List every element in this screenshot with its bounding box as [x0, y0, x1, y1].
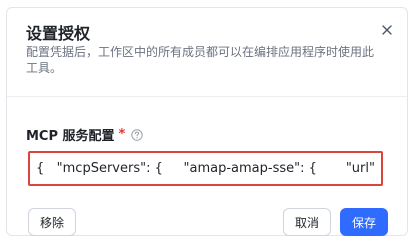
dialog-title: 设置授权	[26, 24, 91, 43]
authorization-dialog: 设置授权 配置凭据后，工作区中的所有成员都可以在编排应用程序时使用此工具。 MC…	[6, 7, 408, 236]
mcp-config-label-row: MCP 服务配置 *	[26, 125, 144, 144]
mcp-config-field	[28, 151, 383, 186]
mcp-config-label: MCP 服务配置	[26, 129, 115, 144]
divider	[7, 96, 407, 97]
remove-button[interactable]: 移除	[28, 208, 76, 236]
question-circle-icon[interactable]	[131, 128, 144, 141]
dialog-description: 配置凭据后，工作区中的所有成员都可以在编排应用程序时使用此工具。	[26, 45, 375, 75]
close-icon[interactable]	[381, 24, 393, 36]
cancel-button[interactable]: 取消	[283, 208, 331, 236]
required-mark: *	[118, 127, 126, 142]
save-button[interactable]: 保存	[340, 208, 388, 236]
mcp-config-input[interactable]	[30, 153, 381, 184]
